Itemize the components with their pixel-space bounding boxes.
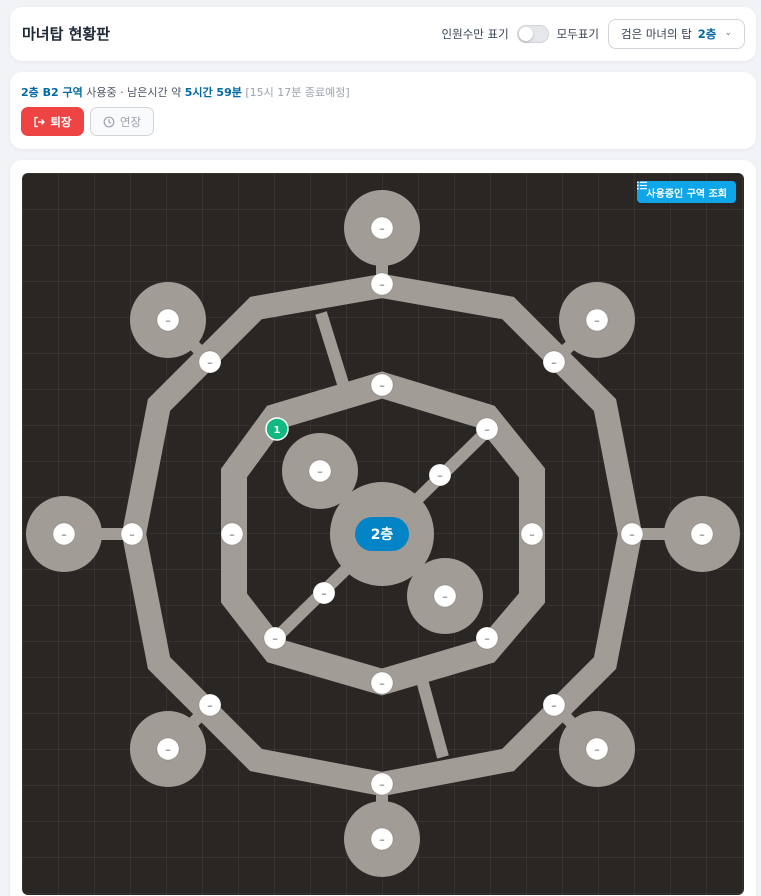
- room-spot[interactable]: –: [198, 693, 222, 717]
- room-spot[interactable]: –: [520, 522, 544, 546]
- tower-map: – – – – – – – – – – – – – – – – – – – – – – – – – – – 1 2층 사용중인 구역 조…: [22, 173, 744, 895]
- room-spot-label: –: [379, 379, 385, 392]
- zone-label: 2층 B2 구역: [21, 86, 83, 99]
- room-spot-label: –: [272, 632, 278, 645]
- room-spot[interactable]: –: [428, 463, 452, 487]
- room-spot-label: –: [442, 590, 448, 603]
- room-spot[interactable]: –: [156, 737, 180, 761]
- room-spot[interactable]: –: [263, 626, 287, 650]
- room-spot[interactable]: –: [370, 373, 394, 397]
- tower-map-svg: – – – – – – – – – – – – – – – – – – – – – – – – – – – 1 2층: [26, 190, 740, 877]
- room-spot-label: –: [529, 528, 535, 541]
- room-spot[interactable]: –: [370, 272, 394, 296]
- room-spot-label: –: [379, 222, 385, 235]
- room-spot[interactable]: –: [475, 417, 499, 441]
- room-spot[interactable]: –: [120, 522, 144, 546]
- center-floor-label: 2층: [371, 527, 394, 543]
- room-spot[interactable]: –: [585, 308, 609, 332]
- room-spot-label: –: [484, 423, 490, 436]
- room-spot[interactable]: –: [690, 522, 714, 546]
- room-spot-label: –: [594, 743, 600, 756]
- room-spot-label: –: [484, 632, 490, 645]
- occupied-count: 1: [274, 425, 281, 436]
- room-spot[interactable]: –: [475, 626, 499, 650]
- zone-query-button[interactable]: 사용중인 구역 조회: [637, 181, 736, 203]
- selected-floor: 2층: [697, 27, 717, 41]
- room-spot-label: –: [317, 465, 323, 478]
- room-spot[interactable]: –: [220, 522, 244, 546]
- center-floor-badge[interactable]: 2층: [355, 517, 409, 551]
- room-spot-label: –: [207, 699, 213, 712]
- room-spot-label: –: [61, 528, 67, 541]
- tower-floor-select[interactable]: 검은 마녀의 탑 2층 ⌄: [608, 19, 745, 49]
- room-spot[interactable]: –: [370, 216, 394, 240]
- remaining-label: 남은시간 약: [127, 86, 182, 99]
- room-spot[interactable]: –: [308, 459, 332, 483]
- room-spot[interactable]: –: [433, 584, 457, 608]
- room-spot[interactable]: –: [370, 772, 394, 796]
- room-spot[interactable]: –: [542, 693, 566, 717]
- room-spot[interactable]: –: [370, 827, 394, 851]
- extend-button[interactable]: 연장: [90, 107, 154, 136]
- status-card: 2층 B2 구역 사용중 · 남은시간 약 5시간 59분 [15시 17분 종…: [10, 72, 756, 149]
- ring-connector: [416, 678, 449, 759]
- room-spot[interactable]: –: [370, 671, 394, 695]
- ring-connector: [315, 311, 350, 389]
- header-card: 마녀탑 현황판 인원수만 표기 모두표기 검은 마녀의 탑 2층 ⌄: [10, 7, 756, 61]
- room-spot-label: –: [379, 833, 385, 846]
- room-spot-label: –: [551, 356, 557, 369]
- toggle-right-label: 모두표기: [556, 27, 599, 41]
- zone-query-label: 사용중인 구역 조회: [646, 188, 727, 200]
- room-spot-label: –: [165, 743, 171, 756]
- display-mode-toggle[interactable]: [516, 25, 549, 43]
- page-title: 마녀탑 현황판: [22, 25, 111, 43]
- room-spot[interactable]: –: [198, 350, 222, 374]
- room-spot-label: –: [629, 528, 635, 541]
- map-card: – – – – – – – – – – – – – – – – – – – – – – – – – – – 1 2층 사용중인 구역 조…: [10, 160, 756, 896]
- room-spot-label: –: [379, 278, 385, 291]
- room-spot-label: –: [379, 677, 385, 690]
- toggle-left-label: 인원수만 표기: [441, 27, 509, 41]
- status-line: 2층 B2 구역 사용중 · 남은시간 약 5시간 59분 [15시 17분 종…: [21, 84, 350, 100]
- room-spot-label: –: [207, 356, 213, 369]
- room-spot-label: –: [321, 587, 327, 600]
- in-use-label: 사용중: [86, 86, 117, 99]
- remaining-value: 5시간 59분: [184, 86, 242, 99]
- exit-button[interactable]: 퇴장: [21, 107, 84, 136]
- display-toggle-group: 인원수만 표기 모두표기: [442, 25, 599, 43]
- room-spot[interactable]: –: [542, 350, 566, 374]
- status-separator: ·: [120, 86, 124, 99]
- room-spot-label: –: [165, 314, 171, 327]
- toggle-knob: [518, 27, 533, 41]
- room-spot-label: –: [379, 778, 385, 791]
- extend-label: 연장: [119, 114, 142, 129]
- room-spot-label: –: [551, 699, 557, 712]
- room-spot-label: –: [437, 469, 443, 482]
- end-time: [15시 17분 종료예정]: [245, 86, 350, 99]
- exit-label: 퇴장: [50, 114, 72, 129]
- room-spot[interactable]: –: [312, 581, 336, 605]
- room-spot-label: –: [594, 314, 600, 327]
- room-spot[interactable]: –: [52, 522, 76, 546]
- room-spot[interactable]: –: [156, 308, 180, 332]
- occupied-spot[interactable]: 1: [265, 417, 289, 441]
- chevron-down-icon: ⌄: [724, 28, 732, 38]
- room-spot-label: –: [229, 528, 235, 541]
- room-spot-label: –: [129, 528, 135, 541]
- room-spot[interactable]: –: [620, 522, 644, 546]
- exit-icon: [34, 116, 46, 127]
- room-spot[interactable]: –: [585, 737, 609, 761]
- clock-icon: [103, 116, 115, 127]
- tower-label: 검은 마녀의 탑: [621, 27, 692, 41]
- list-icon: [637, 181, 648, 190]
- room-spot-label: –: [699, 528, 705, 541]
